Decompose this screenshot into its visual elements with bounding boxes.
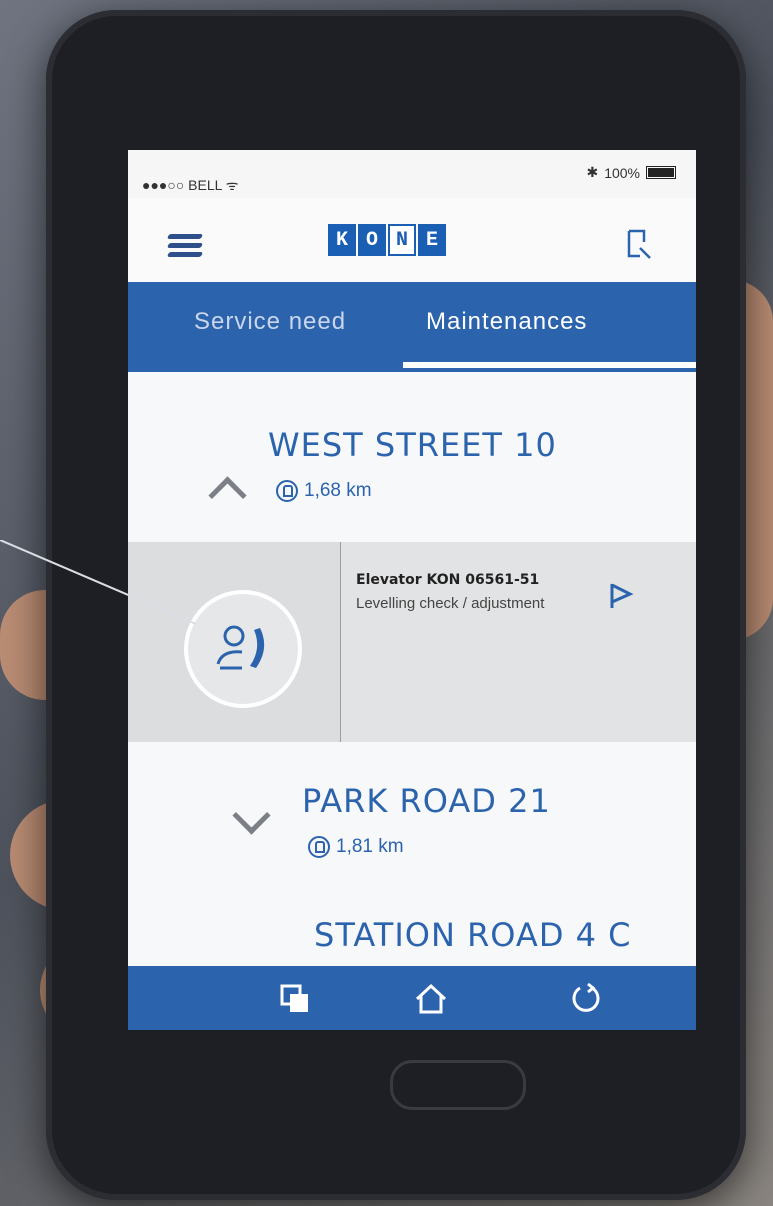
location-distance: 1,81 km [308,836,404,858]
tab-service-need[interactable]: Service need [194,308,346,336]
app-screen: ●●●○○ BELL ᯤ ✱ 100% K O N E Service need… [128,150,696,1030]
bottom-nav [128,966,696,1030]
refresh-icon[interactable] [568,982,602,1016]
call-button[interactable] [184,590,302,708]
elevator-task: Levelling check / adjustment [356,595,545,612]
document-search-icon[interactable] [626,228,652,260]
elevator-card[interactable]: Elevator KON 06561-51 Levelling check / … [128,542,696,742]
call-user-icon [216,625,265,670]
battery-percent: 100% [604,164,640,181]
distance-value: 1,68 km [304,480,372,501]
location-item[interactable]: WEST STREET 10 1,68 km [128,372,696,542]
kone-logo: K O N E [328,224,446,256]
home-button[interactable] [390,1060,526,1110]
carrier-label: ●●●○○ BELL ᯤ [142,177,239,193]
active-tab-indicator [403,362,696,368]
tab-bar: Service need Maintenances [128,282,696,372]
logo-letter: O [358,224,386,256]
location-distance: 1,68 km [276,480,372,502]
logo-letter: K [328,224,356,256]
logo-letter: N [388,224,416,256]
location-name: STATION ROAD 4 C [314,916,632,954]
location-name: PARK ROAD 21 [302,782,551,820]
maintenance-list: WEST STREET 10 1,68 km Elevator KON 0656… [128,372,696,989]
status-bar: ●●●○○ BELL ᯤ ✱ 100% [128,150,696,198]
bluetooth-icon: ✱ [586,164,599,180]
location-name: WEST STREET 10 [268,426,557,464]
chevron-down-icon[interactable] [232,796,271,835]
logo-letter: E [418,224,446,256]
flag-icon[interactable] [608,582,634,610]
copy-icon[interactable] [278,982,312,1016]
distance-value: 1,81 km [336,836,404,857]
location-pin-icon [276,480,298,502]
app-header: K O N E [128,198,696,282]
home-icon[interactable] [414,982,448,1016]
location-item[interactable]: STATION ROAD 4 C [128,872,696,989]
menu-icon[interactable] [166,234,204,258]
battery-indicator: ✱ 100% [586,164,676,181]
location-item[interactable]: PARK ROAD 21 1,81 km [128,742,696,882]
elevator-title: Elevator KON 06561-51 [356,572,540,588]
location-pin-icon [308,836,330,858]
callout-line [0,540,197,625]
tab-maintenances[interactable]: Maintenances [426,308,587,336]
battery-icon [646,166,676,179]
chevron-up-icon[interactable] [208,476,247,515]
